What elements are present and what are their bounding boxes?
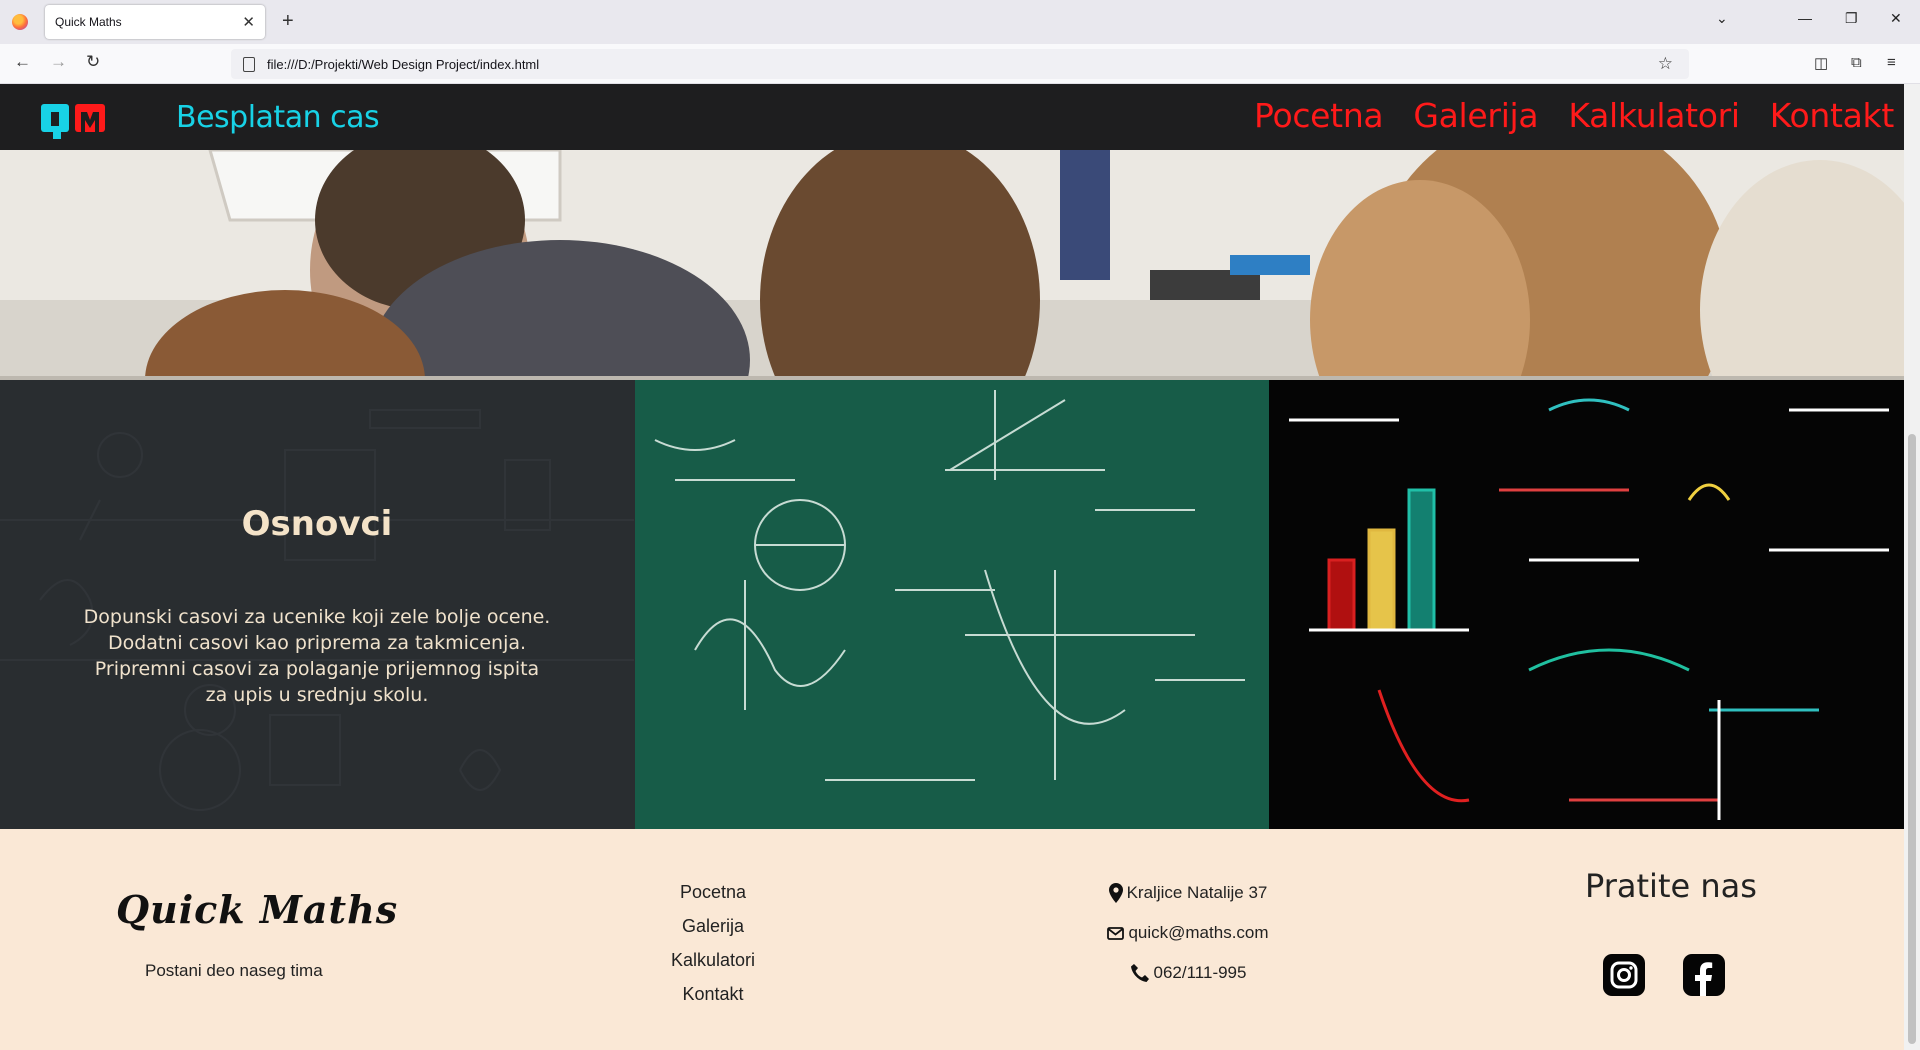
back-icon[interactable]: ← bbox=[14, 52, 31, 72]
feature-cards: Osnovci Dopunski casovi za ucenike koji … bbox=[0, 380, 1904, 829]
page-icon bbox=[243, 56, 255, 72]
address-row: Kraljice Natalije 37 bbox=[1100, 883, 1276, 903]
follow-title: Pratite nas bbox=[1585, 867, 1757, 905]
url-bar[interactable]: file:///D:/Projekti/Web Design Project/i… bbox=[231, 49, 1689, 79]
card-osnovci[interactable]: Osnovci Dopunski casovi za ucenike koji … bbox=[0, 380, 635, 829]
browser-nav-bar: ← → ↻ file:///D:/Projekti/Web Design Pro… bbox=[0, 44, 1920, 84]
card-line: Dodatni casovi kao priprema za takmicenj… bbox=[107, 632, 527, 654]
bookmark-star-icon[interactable]: ☆ bbox=[1658, 54, 1673, 74]
facebook-icon[interactable] bbox=[1683, 954, 1725, 996]
card-line: Dopunski casovi za ucenike koji zele bol… bbox=[83, 606, 551, 628]
free-class-link[interactable]: Besplatan cas bbox=[176, 100, 380, 135]
firefox-logo-icon bbox=[12, 14, 28, 30]
forward-icon[interactable]: → bbox=[50, 52, 67, 72]
web-page: Besplatan cas Pocetna Galerija Kalkulato… bbox=[0, 84, 1904, 1050]
site-header: Besplatan cas Pocetna Galerija Kalkulato… bbox=[0, 84, 1904, 150]
envelope-icon bbox=[1107, 926, 1125, 940]
browser-tab[interactable]: Quick Maths ✕ bbox=[45, 5, 265, 39]
tab-close-icon[interactable]: ✕ bbox=[242, 13, 255, 31]
footer-nav: Pocetna Galerija Kalkulatori Kontakt bbox=[620, 875, 806, 1011]
address-text: Kraljice Natalije 37 bbox=[1126, 883, 1268, 902]
card-description: Dopunski casovi za ucenike koji zele bol… bbox=[60, 604, 574, 708]
instagram-icon[interactable] bbox=[1603, 954, 1645, 996]
menu-icon[interactable]: ≡ bbox=[1887, 54, 1896, 71]
blackboard-image bbox=[1289, 398, 1890, 820]
close-window-icon[interactable]: ✕ bbox=[1890, 10, 1902, 27]
menu-item-pocetna[interactable]: Pocetna bbox=[1254, 96, 1384, 135]
extensions-icon[interactable]: ⧉ bbox=[1851, 54, 1862, 71]
card-title: Osnovci bbox=[241, 504, 393, 544]
map-pin-icon bbox=[1108, 883, 1123, 903]
quick-maths-logo[interactable] bbox=[41, 100, 105, 140]
footer-link-kalkulatori[interactable]: Kalkulatori bbox=[620, 943, 806, 977]
list-tabs-icon[interactable]: ⌄ bbox=[1716, 10, 1728, 27]
classroom-photo bbox=[0, 150, 1904, 380]
footer-link-kontakt[interactable]: Kontakt bbox=[620, 977, 806, 1011]
menu-item-kalkulatori[interactable]: Kalkulatori bbox=[1568, 96, 1740, 135]
minimize-icon[interactable]: — bbox=[1798, 10, 1812, 26]
phone-row: 062/111-995 bbox=[1100, 963, 1276, 983]
card-line: za upis u srednju skolu. bbox=[205, 684, 429, 706]
page-scrollbar[interactable] bbox=[1904, 84, 1920, 1050]
phone-icon bbox=[1130, 964, 1149, 982]
email-text[interactable]: quick@maths.com bbox=[1128, 923, 1268, 943]
menu-item-kontakt[interactable]: Kontakt bbox=[1770, 96, 1895, 135]
footer-contact: Kraljice Natalije 37 quick@maths.com 062… bbox=[1100, 883, 1276, 1003]
scrollbar-thumb[interactable] bbox=[1908, 434, 1916, 1044]
hero-image bbox=[0, 150, 1904, 380]
site-footer: Quick Maths Postani deo naseg tima Pocet… bbox=[0, 829, 1904, 1050]
footer-brand: Quick Maths bbox=[116, 887, 399, 932]
tab-title: Quick Maths bbox=[55, 15, 122, 29]
chalkboard-image bbox=[654, 390, 1245, 781]
url-text[interactable]: file:///D:/Projekti/Web Design Project/i… bbox=[267, 57, 539, 72]
phone-text[interactable]: 062/111-995 bbox=[1154, 963, 1247, 983]
card-line: Pripremni casovi za polaganje prijemnog … bbox=[94, 658, 540, 680]
reload-icon[interactable]: ↻ bbox=[86, 52, 100, 72]
menu-item-galerija[interactable]: Galerija bbox=[1413, 96, 1538, 135]
card-chalkboard-black[interactable] bbox=[1269, 380, 1904, 829]
footer-link-pocetna[interactable]: Pocetna bbox=[620, 875, 806, 909]
main-menu: Pocetna Galerija Kalkulatori Kontakt bbox=[1254, 96, 1894, 135]
footer-tagline: Postani deo naseg tima bbox=[145, 961, 323, 980]
pocket-icon[interactable]: ◫ bbox=[1814, 54, 1828, 72]
card-chalkboard-green[interactable] bbox=[634, 380, 1270, 829]
new-tab-button[interactable]: + bbox=[282, 10, 294, 33]
restore-icon[interactable]: ❐ bbox=[1845, 10, 1858, 27]
browser-tab-bar: Quick Maths ✕ + ⌄ — ❐ ✕ bbox=[0, 0, 1920, 44]
email-row: quick@maths.com bbox=[1100, 923, 1276, 943]
footer-link-galerija[interactable]: Galerija bbox=[620, 909, 806, 943]
